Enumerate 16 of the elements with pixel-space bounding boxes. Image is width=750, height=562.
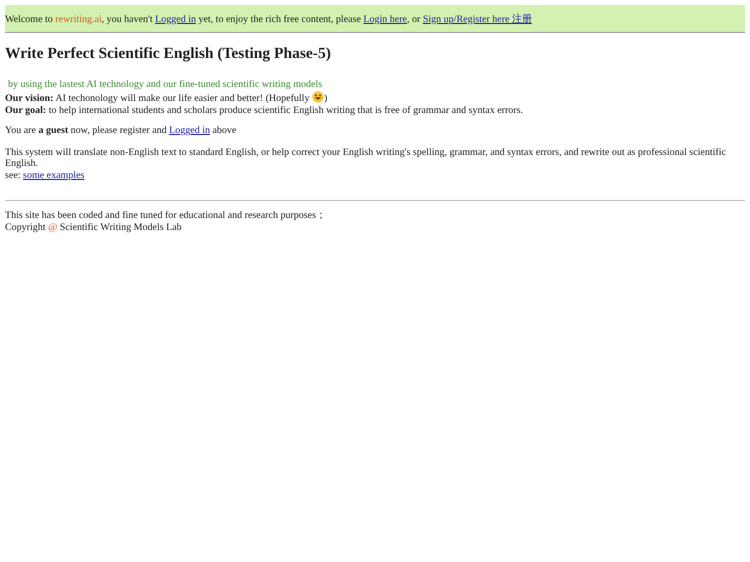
copyright-text: Copyright @ Scientific Writing Models Lab (5, 222, 183, 233)
link[interactable]: Login here (363, 14, 407, 24)
subtitle: by using the lastest AI technology and our fine-tuned scientific writing models (7, 79, 324, 91)
smiley-icon (312, 91, 324, 103)
link[interactable]: Sign up/Register here 注册 (422, 14, 532, 24)
welcome-text: Welcome to rewriting.ai, you haven't Logged in yet, to enjoy the rich free content, please Login here, or Sign up/Register here 注册 (5, 12, 532, 26)
goal-text: Our goal: to help international students and scholars produce scientific English writing that is free of grammar and syntax errors. (5, 104, 524, 116)
vision-text: Our vision: AI techonology will make our life easier and better! (Hopefully ) (5, 91, 328, 104)
examples-text: see: some examples (5, 170, 86, 181)
login-link[interactable]: Logged in (169, 125, 210, 136)
page-title: Write Perfect Scientific English (Testing Phase-5) (5, 45, 332, 63)
link[interactable]: Logged in (155, 14, 196, 24)
description-text: This system will translate non-English text to standard English, or help correct your English writing's spelling, grammar, and syntax errors, and rewrite out as professional scientific English. (5, 146, 727, 170)
guest-text: You are a guest now, please register and Logged in above (5, 125, 238, 136)
examples-link[interactable]: some examples (23, 170, 84, 180)
footer-note: This site has been coded and fine tuned for educational and research purposes； (5, 210, 327, 222)
